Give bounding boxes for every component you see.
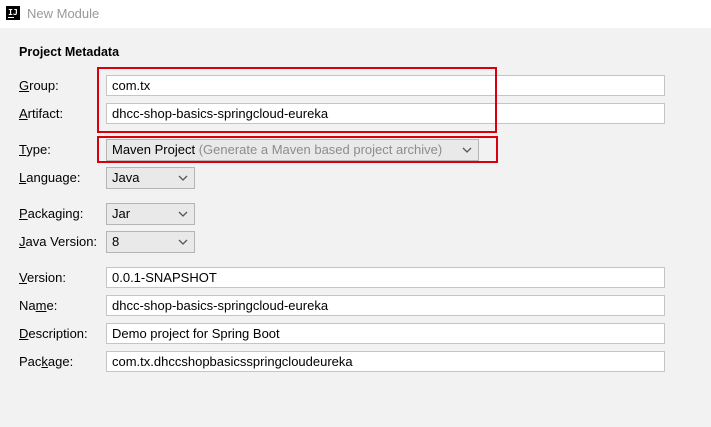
name-field[interactable] bbox=[106, 295, 665, 316]
artifact-label: Artifact: bbox=[19, 106, 64, 121]
version-label: Version: bbox=[19, 270, 66, 285]
section-title: Project Metadata bbox=[19, 45, 120, 59]
java-version-select[interactable]: 8 bbox=[106, 231, 195, 253]
language-select-value: Java bbox=[112, 170, 140, 185]
packaging-label: Packaging: bbox=[19, 206, 84, 221]
packaging-select[interactable]: Jar bbox=[106, 203, 195, 225]
java-version-select-value: 8 bbox=[112, 234, 120, 249]
group-field[interactable] bbox=[106, 75, 665, 96]
window-title: New Module bbox=[27, 6, 100, 21]
type-select[interactable]: Maven Project (Generate a Maven based pr… bbox=[106, 139, 479, 161]
group-label: Group: bbox=[19, 78, 59, 93]
packaging-select-value: Jar bbox=[112, 206, 131, 221]
title-bar: IJ New Module bbox=[0, 0, 711, 28]
version-field[interactable] bbox=[106, 267, 665, 288]
description-field[interactable] bbox=[106, 323, 665, 344]
package-field[interactable] bbox=[106, 351, 665, 372]
chevron-down-icon bbox=[178, 211, 188, 217]
type-label: Type: bbox=[19, 142, 51, 157]
type-select-hint: (Generate a Maven based project archive) bbox=[198, 142, 443, 157]
chevron-down-icon bbox=[178, 175, 188, 181]
type-select-value: Maven Project bbox=[112, 142, 196, 157]
language-label: Language: bbox=[19, 170, 81, 185]
package-label: Package: bbox=[19, 354, 74, 369]
description-label: Description: bbox=[19, 326, 88, 341]
java-version-label: Java Version: bbox=[19, 234, 98, 249]
language-select[interactable]: Java bbox=[106, 167, 195, 189]
chevron-down-icon bbox=[178, 239, 188, 245]
intellij-idea-icon: IJ bbox=[6, 6, 20, 20]
name-label: Name: bbox=[19, 298, 58, 313]
new-module-dialog: IJ New Module Project Metadata Group: Ar… bbox=[0, 0, 711, 427]
chevron-down-icon bbox=[462, 147, 472, 153]
artifact-field[interactable] bbox=[106, 103, 665, 124]
